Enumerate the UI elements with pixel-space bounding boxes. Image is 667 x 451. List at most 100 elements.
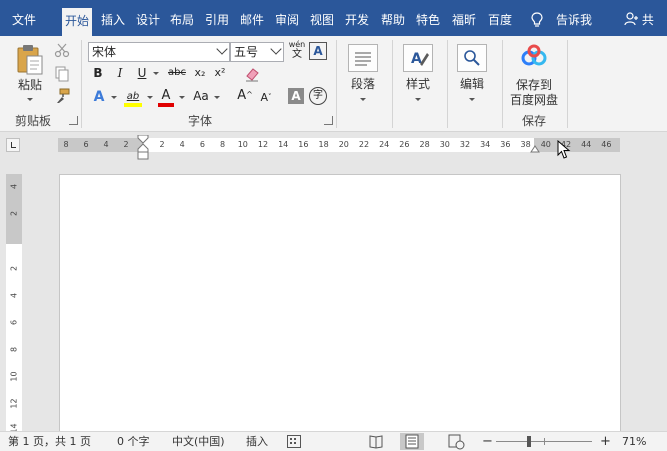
font-size-combo[interactable]: 五号 <box>230 42 284 62</box>
page-count-status[interactable]: 第 1 页，共 1 页 <box>8 434 91 450</box>
hruler-number: 16 <box>298 140 309 149</box>
zoom-out-button[interactable]: − <box>482 434 493 450</box>
tab-13[interactable]: 百度 <box>485 9 515 31</box>
tab-7[interactable]: 审阅 <box>273 9 301 31</box>
hruler-number: 46 <box>601 140 612 149</box>
book-icon <box>369 435 383 449</box>
tab-2[interactable]: 插入 <box>98 9 128 31</box>
right-indent-marker[interactable] <box>530 143 540 153</box>
save-baidu-line2[interactable]: 百度网盘 <box>506 93 562 108</box>
chevron-down-icon[interactable] <box>270 43 282 55</box>
tab-10[interactable]: 帮助 <box>378 9 408 31</box>
change-case-button[interactable]: Aa <box>190 87 212 105</box>
tab-5[interactable]: 引用 <box>202 9 232 31</box>
subscript-button[interactable]: x₂ <box>192 64 208 82</box>
chevron-down-icon[interactable] <box>216 43 228 55</box>
cut-icon[interactable] <box>54 42 70 58</box>
web-layout-button[interactable] <box>444 433 468 450</box>
left-indent-marker[interactable] <box>137 152 149 160</box>
copy-icon[interactable] <box>54 66 70 82</box>
shrink-font-button[interactable]: A˅ <box>258 88 274 107</box>
document-page[interactable] <box>59 174 621 434</box>
tab-stop-selector[interactable] <box>6 138 20 152</box>
tab-6[interactable]: 邮件 <box>237 9 267 31</box>
enclose-characters-button[interactable]: 字 <box>309 87 327 105</box>
ribbon-separator <box>336 40 337 128</box>
print-layout-button[interactable] <box>400 433 424 450</box>
hruler-number: 44 <box>581 140 592 149</box>
hruler-number: 24 <box>379 140 390 149</box>
paragraph-dropdown-arrow[interactable] <box>360 98 366 101</box>
highlight-dropdown-arrow[interactable] <box>147 96 153 99</box>
italic-button[interactable]: I <box>112 64 128 82</box>
zoom-in-button[interactable]: + <box>600 434 611 450</box>
styles-label[interactable]: 样式 <box>398 77 438 92</box>
format-painter-icon[interactable] <box>54 88 70 104</box>
paragraph-icon <box>355 52 371 66</box>
editing-dropdown-arrow[interactable] <box>469 98 475 101</box>
character-border-button[interactable]: A <box>309 42 327 60</box>
tab-11[interactable]: 特色 <box>413 9 443 31</box>
editing-label[interactable]: 编辑 <box>452 77 492 92</box>
editing-button[interactable] <box>457 44 487 72</box>
macro-record-icon[interactable] <box>287 435 301 448</box>
zoom-level[interactable]: 71% <box>622 434 646 450</box>
change-case-dropdown-arrow[interactable] <box>214 96 220 99</box>
tab-9[interactable]: 开发 <box>342 9 372 31</box>
tell-me-search[interactable]: 告诉我 <box>556 9 592 31</box>
font-size-value: 五号 <box>234 45 259 59</box>
tab-8[interactable]: 视图 <box>307 9 337 31</box>
baidu-netdisk-icon[interactable] <box>519 44 549 70</box>
font-color-dropdown-arrow[interactable] <box>179 96 185 99</box>
hruler-number: 4 <box>103 140 109 149</box>
vruler-number: 4 <box>9 183 19 190</box>
ribbon-tab-bar: 文件 开始 插入 设计 布局 引用 邮件 审阅 视图 开发 帮助 特色 福昕 百度 告诉我 共 <box>0 0 667 36</box>
tab-1[interactable]: 开始 <box>62 8 92 36</box>
word-count-status[interactable]: 0 个字 <box>117 434 150 450</box>
underline-dropdown-arrow[interactable] <box>153 72 159 75</box>
font-name-combo[interactable]: 宋体 <box>88 42 230 62</box>
tab-0[interactable]: 文件 <box>7 9 41 31</box>
save-baidu-line1[interactable]: 保存到 <box>506 78 562 93</box>
font-color-button[interactable]: A <box>156 86 176 108</box>
tab-3[interactable]: 设计 <box>134 9 162 31</box>
underline-button[interactable]: U <box>134 64 150 82</box>
vertical-ruler[interactable]: 4 2 2 4 6 8 10 12 14 <box>6 174 22 434</box>
share-button[interactable]: 共 <box>624 9 654 31</box>
ribbon: 粘贴 剪贴板 宋体 五号 wén 文 A B I U abc x₂ x² A a… <box>0 36 667 164</box>
font-dialog-launcher[interactable] <box>324 116 333 125</box>
paragraph-label[interactable]: 段落 <box>343 77 383 92</box>
text-effects-button[interactable]: A <box>90 88 108 106</box>
tab-4[interactable]: 布局 <box>168 9 196 31</box>
hruler-number: 6 <box>199 140 205 149</box>
paste-button-label[interactable]: 粘贴 <box>14 78 46 93</box>
grow-font-button[interactable]: A^ <box>236 86 254 105</box>
paste-icon[interactable] <box>16 44 46 76</box>
clear-formatting-icon[interactable] <box>244 66 260 82</box>
read-mode-button[interactable] <box>364 433 388 450</box>
hruler-number: 8 <box>220 140 226 149</box>
hruler-number: 4 <box>179 140 185 149</box>
hruler-number: 18 <box>318 140 329 149</box>
lightbulb-icon[interactable] <box>530 12 544 28</box>
text-effects-dropdown-arrow[interactable] <box>111 96 117 99</box>
zoom-slider-thumb[interactable] <box>526 436 531 447</box>
character-shading-button[interactable]: A <box>288 88 304 104</box>
bold-button[interactable]: B <box>90 64 106 82</box>
paste-dropdown-arrow[interactable] <box>27 98 33 101</box>
vruler-number: 2 <box>9 265 19 272</box>
styles-button[interactable]: A <box>403 44 433 72</box>
highlight-button[interactable]: ab <box>122 86 144 108</box>
superscript-button[interactable]: x² <box>212 64 228 82</box>
vruler-number: 10 <box>9 371 19 382</box>
horizontal-ruler[interactable]: 8 6 4 2 2 4 6 8 10 12 14 16 18 20 22 24 26 28 30 32 34 36 38 40… <box>58 135 620 160</box>
language-status[interactable]: 中文(中国) <box>172 434 225 450</box>
paragraph-button[interactable] <box>348 44 378 72</box>
insert-mode-status[interactable]: 插入 <box>246 434 268 450</box>
tab-12[interactable]: 福昕 <box>449 9 479 31</box>
hruler-number: 34 <box>480 140 491 149</box>
phonetic-guide-button[interactable]: wén 文 <box>288 40 306 62</box>
clipboard-dialog-launcher[interactable] <box>69 116 78 125</box>
styles-dropdown-arrow[interactable] <box>415 98 421 101</box>
strikethrough-button[interactable]: abc <box>166 64 188 82</box>
